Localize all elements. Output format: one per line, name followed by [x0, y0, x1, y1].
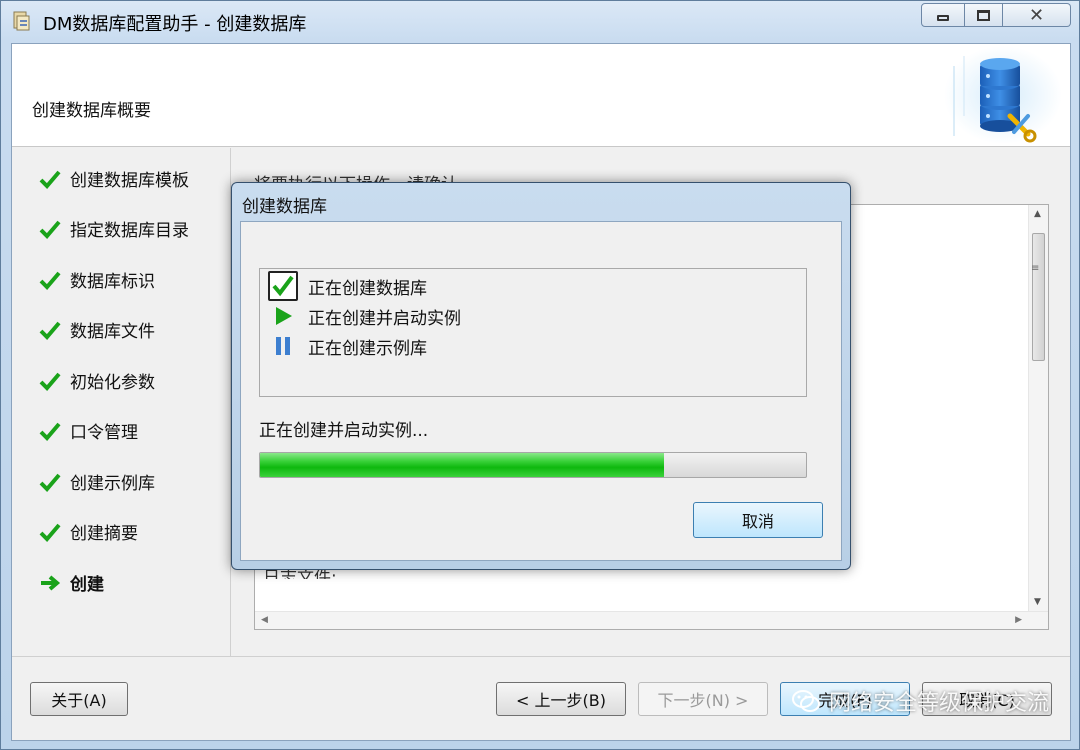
close-button[interactable]: ✕ [1003, 3, 1071, 27]
caption-buttons: ✕ [921, 3, 1071, 27]
footer-divider [12, 656, 1070, 657]
step-label: 数据库标识 [70, 272, 155, 292]
step-label: 创建摘要 [70, 524, 138, 544]
check-icon [39, 523, 61, 542]
check-icon [39, 170, 61, 189]
app-icon [13, 11, 30, 31]
step-item: 创建摘要 [38, 519, 138, 544]
step-item: 初始化参数 [38, 368, 155, 393]
page-title: 创建数据库概要 [32, 101, 151, 121]
check-icon [39, 271, 61, 290]
play-icon [268, 301, 298, 331]
check-icon [268, 271, 298, 301]
next-button[interactable]: 下一步(N) > [638, 682, 768, 716]
wizard-steps: 创建数据库模板 指定数据库目录 数据库标识 数据库文件 初始化参数 口令管理 创… [12, 148, 231, 656]
wechat-icon [791, 690, 820, 712]
step-label: 数据库文件 [70, 322, 155, 342]
vertical-scrollbar[interactable]: ▲ ≡ ▼ [1028, 205, 1048, 613]
step-item: 指定数据库目录 [38, 216, 189, 241]
close-icon: ✕ [1028, 4, 1045, 26]
scroll-up-icon[interactable]: ▲ [1034, 209, 1041, 219]
grip-icon: ≡ [1031, 263, 1040, 274]
task-item: 正在创建示例库 [268, 331, 427, 361]
scroll-down-icon[interactable]: ▼ [1034, 597, 1041, 607]
scroll-left-icon[interactable]: ◀ [261, 615, 268, 625]
app-window: DM数据库配置助手 - 创建数据库 ✕ 创建数据库概要 创建数据库模板 指定数据… [0, 0, 1080, 750]
horizontal-scrollbar[interactable]: ◀ ▶ [255, 611, 1048, 629]
step-label: 指定数据库目录 [70, 221, 189, 241]
scroll-right-icon[interactable]: ▶ [1015, 615, 1022, 625]
arrow-right-icon [41, 574, 61, 591]
title-bar[interactable]: DM数据库配置助手 - 创建数据库 ✕ [1, 1, 1079, 41]
step-item: 创建示例库 [38, 469, 155, 494]
step-item-current: 创建 [38, 570, 104, 595]
step-item: 创建数据库模板 [38, 166, 189, 191]
dialog-body: 正在创建数据库 正在创建并启动实例 正在创建示例库 正在创建并启动实例... 取… [240, 221, 842, 561]
step-label: 创建 [70, 575, 104, 595]
wizard-header: 创建数据库概要 [12, 44, 1070, 147]
minimize-button[interactable] [921, 3, 965, 27]
task-item: 正在创建并启动实例 [268, 301, 461, 331]
task-label: 正在创建并启动实例 [308, 308, 461, 329]
step-label: 口令管理 [70, 423, 138, 443]
check-icon [39, 321, 61, 340]
about-button[interactable]: 关于(A) [30, 682, 128, 716]
check-icon [39, 473, 61, 492]
step-label: 初始化参数 [70, 373, 155, 393]
check-icon [39, 372, 61, 391]
step-item: 数据库文件 [38, 317, 155, 342]
scrollbar-thumb[interactable] [1032, 233, 1045, 361]
task-label: 正在创建数据库 [308, 278, 427, 299]
check-icon [39, 220, 61, 239]
maximize-icon [977, 9, 990, 21]
minimize-icon [937, 15, 949, 21]
watermark: 网络安全等级保护交流 [791, 685, 1049, 717]
step-item: 数据库标识 [38, 267, 155, 292]
progress-fill [260, 453, 665, 477]
step-item: 口令管理 [38, 418, 138, 443]
check-icon [39, 422, 61, 441]
database-tools-icon [944, 46, 1062, 144]
step-label: 创建示例库 [70, 474, 155, 494]
progress-bar [259, 452, 807, 478]
dialog-title: 创建数据库 [242, 197, 327, 217]
back-button[interactable]: < 上一步(B) [496, 682, 626, 716]
window-title: DM数据库配置助手 - 创建数据库 [43, 14, 307, 35]
progress-status: 正在创建并启动实例... [259, 421, 429, 441]
task-list: 正在创建数据库 正在创建并启动实例 正在创建示例库 [259, 268, 807, 397]
watermark-text: 网络安全等级保护交流 [828, 691, 1049, 716]
task-label: 正在创建示例库 [308, 338, 427, 359]
task-item: 正在创建数据库 [268, 271, 427, 301]
step-label: 创建数据库模板 [70, 171, 189, 191]
maximize-button[interactable] [965, 3, 1003, 27]
pause-icon [268, 331, 298, 361]
create-database-dialog: 创建数据库 正在创建数据库 正在创建并启动实例 正在创建示例库 正在创建并启动实… [231, 182, 851, 570]
dialog-cancel-button[interactable]: 取消 [693, 502, 823, 538]
